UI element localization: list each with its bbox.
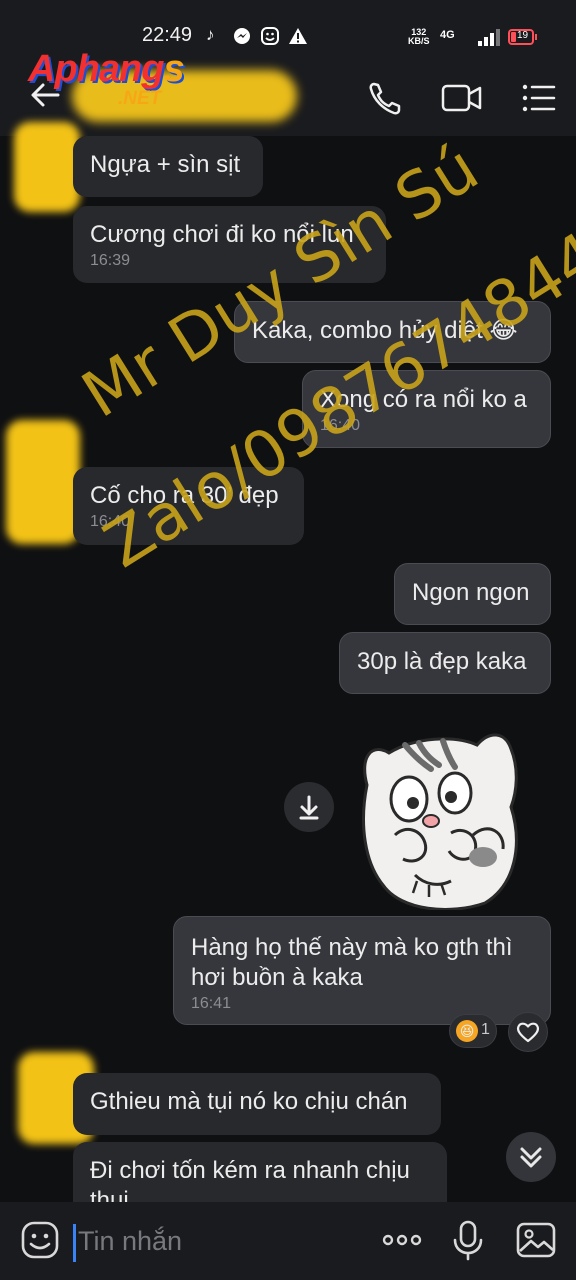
react-button[interactable]	[508, 1012, 548, 1052]
signal-icon	[476, 28, 500, 46]
laugh-reaction-icon: 😆	[456, 1020, 478, 1042]
message-bubble-outgoing[interactable]: Hàng họ thế này mà ko gth thì hơi buồn à…	[173, 916, 551, 1025]
message-text: Ngon ngon	[412, 579, 530, 606]
status-time: 22:49	[142, 24, 193, 46]
video-call-icon[interactable]	[440, 76, 484, 120]
text-caret	[73, 1224, 76, 1262]
messenger-icon	[232, 26, 252, 50]
site-logo-suffix: .NET	[118, 88, 162, 109]
cat-sticker[interactable]	[355, 725, 525, 910]
message-text: Ngựa + sìn sịt	[90, 151, 241, 178]
message-text: Gthieu mà tụi nó ko chịu chán	[90, 1088, 408, 1115]
avatar-redacted	[14, 122, 80, 212]
message-bubble-outgoing[interactable]: 30p là đẹp kaka	[339, 632, 551, 694]
double-chevron-down-icon	[520, 1147, 542, 1168]
scroll-to-bottom-button[interactable]	[506, 1132, 556, 1182]
face-icon	[260, 26, 280, 50]
emoji-icon[interactable]	[18, 1218, 62, 1262]
site-logo: Aphangs	[28, 48, 185, 90]
heart-icon	[516, 1022, 540, 1043]
message-time: 16:41	[191, 995, 232, 1012]
message-input[interactable]: Tin nhắn	[78, 1226, 182, 1257]
download-button[interactable]	[284, 782, 334, 832]
phone-icon[interactable]	[364, 76, 408, 120]
network-type: 4G	[440, 29, 455, 41]
avatar-redacted	[6, 420, 80, 544]
mic-icon[interactable]	[446, 1218, 490, 1262]
message-bubble-incoming[interactable]: Ngựa + sìn sịt	[73, 136, 263, 197]
menu-icon[interactable]	[516, 76, 560, 120]
message-text: 30p là đẹp kaka	[357, 648, 527, 675]
message-composer: Tin nhắn	[0, 1202, 576, 1280]
message-bubble-incoming[interactable]: Gthieu mà tụi nó ko chịu chán	[73, 1073, 441, 1135]
image-icon[interactable]	[514, 1218, 558, 1262]
reaction-count: 1	[481, 1021, 490, 1038]
tiktok-icon: ♪	[206, 25, 215, 44]
battery-level: 19	[517, 30, 529, 41]
message-text: Hàng họ thế này mà ko gth thì hơi buồn à…	[191, 934, 513, 991]
battery-icon: 19	[508, 29, 537, 45]
reaction-chip[interactable]: 😆 1	[449, 1014, 497, 1048]
more-icon[interactable]	[380, 1218, 424, 1262]
chat-header: Aphangs .NET	[0, 48, 576, 136]
download-icon	[299, 795, 319, 820]
message-bubble-outgoing[interactable]: Ngon ngon	[394, 563, 551, 625]
net-speed: 132 KB/S	[408, 27, 430, 46]
warning-icon	[288, 26, 308, 50]
